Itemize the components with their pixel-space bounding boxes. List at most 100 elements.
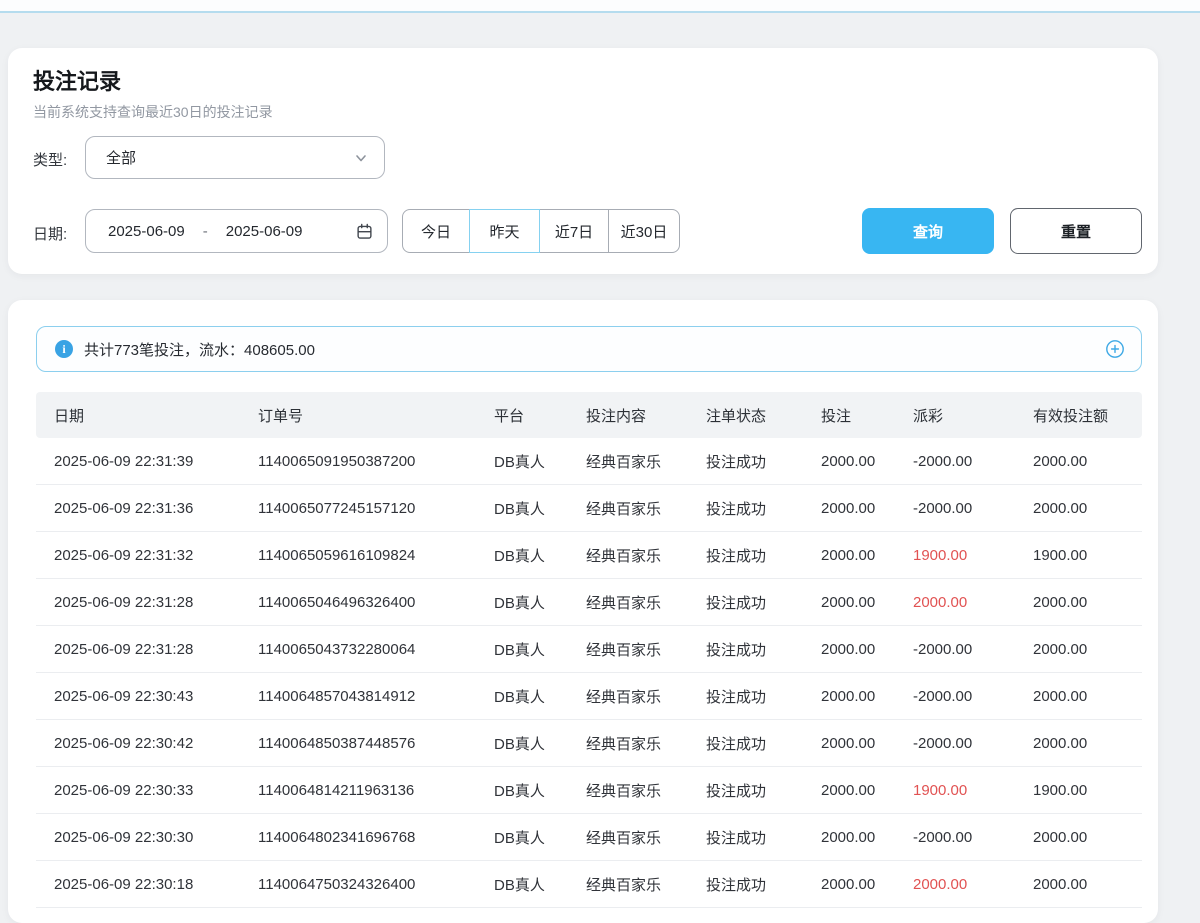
quick-range-group: 今日 昨天 近7日 近30日 <box>402 209 680 253</box>
quick-range-30days[interactable]: 近30日 <box>608 209 680 253</box>
cell-platform: DB真人 <box>494 780 586 801</box>
type-select-value: 全部 <box>106 147 136 168</box>
cell-platform: DB真人 <box>494 874 586 895</box>
cell-payout: -2000.00 <box>913 641 1033 658</box>
cell-order: 1140065077245157120 <box>258 500 494 517</box>
cell-date: 2025-06-09 22:30:43 <box>54 688 258 705</box>
chevron-down-icon <box>354 151 368 165</box>
cell-content: 经典百家乐 <box>586 592 706 613</box>
table-row: 2025-06-09 22:30:33 1140064814211963136 … <box>36 767 1142 814</box>
cell-platform: DB真人 <box>494 827 586 848</box>
top-divider-line <box>0 11 1200 13</box>
plus-circle-icon[interactable] <box>1105 339 1125 359</box>
type-select[interactable]: 全部 <box>85 136 385 179</box>
cell-payout: -2000.00 <box>913 500 1033 517</box>
table-row: 2025-06-09 22:30:42 1140064850387448576 … <box>36 720 1142 767</box>
cell-content: 经典百家乐 <box>586 639 706 660</box>
table-body: 2025-06-09 22:31:39 1140065091950387200 … <box>36 438 1142 908</box>
cell-platform: DB真人 <box>494 733 586 754</box>
cell-date: 2025-06-09 22:31:32 <box>54 547 258 564</box>
cell-content: 经典百家乐 <box>586 498 706 519</box>
header-status: 注单状态 <box>706 405 821 426</box>
cell-bet: 2000.00 <box>821 829 913 846</box>
table-row: 2025-06-09 22:31:32 1140065059616109824 … <box>36 532 1142 579</box>
cell-payout: -2000.00 <box>913 688 1033 705</box>
cell-content: 经典百家乐 <box>586 780 706 801</box>
cell-platform: DB真人 <box>494 639 586 660</box>
cell-valid-bet: 2000.00 <box>1033 735 1142 752</box>
cell-date: 2025-06-09 22:31:28 <box>54 641 258 658</box>
filter-card: 投注记录 当前系统支持查询最近30日的投注记录 类型: 全部 日期: 2025-… <box>8 48 1158 274</box>
reset-button[interactable]: 重置 <box>1010 208 1142 254</box>
cell-platform: DB真人 <box>494 686 586 707</box>
cell-valid-bet: 2000.00 <box>1033 641 1142 658</box>
cell-date: 2025-06-09 22:30:42 <box>54 735 258 752</box>
cell-order: 1140064802341696768 <box>258 829 494 846</box>
cell-order: 1140065091950387200 <box>258 453 494 470</box>
cell-date: 2025-06-09 22:31:36 <box>54 500 258 517</box>
cell-status: 投注成功 <box>706 639 821 660</box>
top-strip <box>0 0 1200 11</box>
cell-status: 投注成功 <box>706 733 821 754</box>
results-card: i 共计773笔投注，流水：408605.00 日期 订单号 平台 投注内容 注… <box>8 300 1158 923</box>
date-label: 日期: <box>33 223 67 244</box>
cell-order: 1140064814211963136 <box>258 782 494 799</box>
cell-valid-bet: 2000.00 <box>1033 594 1142 611</box>
cell-status: 投注成功 <box>706 780 821 801</box>
summary-bar: i 共计773笔投注，流水：408605.00 <box>36 326 1142 372</box>
header-date: 日期 <box>54 405 258 426</box>
cell-payout: 1900.00 <box>913 782 1033 799</box>
calendar-icon <box>356 223 373 240</box>
cell-bet: 2000.00 <box>821 594 913 611</box>
cell-platform: DB真人 <box>494 545 586 566</box>
cell-content: 经典百家乐 <box>586 545 706 566</box>
cell-valid-bet: 2000.00 <box>1033 688 1142 705</box>
date-separator: - <box>203 223 208 240</box>
cell-status: 投注成功 <box>706 686 821 707</box>
cell-bet: 2000.00 <box>821 641 913 658</box>
cell-content: 经典百家乐 <box>586 827 706 848</box>
quick-range-7days[interactable]: 近7日 <box>539 209 609 253</box>
cell-bet: 2000.00 <box>821 876 913 893</box>
cell-status: 投注成功 <box>706 451 821 472</box>
header-content: 投注内容 <box>586 405 706 426</box>
cell-date: 2025-06-09 22:31:28 <box>54 594 258 611</box>
table-row: 2025-06-09 22:31:28 1140065043732280064 … <box>36 626 1142 673</box>
cell-bet: 2000.00 <box>821 500 913 517</box>
cell-status: 投注成功 <box>706 498 821 519</box>
quick-range-yesterday[interactable]: 昨天 <box>469 209 540 253</box>
cell-payout: 2000.00 <box>913 594 1033 611</box>
cell-content: 经典百家乐 <box>586 686 706 707</box>
date-range-input[interactable]: 2025-06-09 - 2025-06-09 <box>85 209 388 253</box>
header-platform: 平台 <box>494 405 586 426</box>
table-row: 2025-06-09 22:30:30 1140064802341696768 … <box>36 814 1142 861</box>
header-bet: 投注 <box>821 405 913 426</box>
cell-date: 2025-06-09 22:31:39 <box>54 453 258 470</box>
cell-payout: -2000.00 <box>913 735 1033 752</box>
cell-order: 1140064850387448576 <box>258 735 494 752</box>
cell-bet: 2000.00 <box>821 688 913 705</box>
quick-range-today[interactable]: 今日 <box>402 209 470 253</box>
table-row: 2025-06-09 22:30:43 1140064857043814912 … <box>36 673 1142 720</box>
cell-valid-bet: 1900.00 <box>1033 782 1142 799</box>
cell-status: 投注成功 <box>706 874 821 895</box>
cell-valid-bet: 2000.00 <box>1033 876 1142 893</box>
cell-order: 1140064857043814912 <box>258 688 494 705</box>
cell-platform: DB真人 <box>494 498 586 519</box>
cell-order: 1140065046496326400 <box>258 594 494 611</box>
table-row: 2025-06-09 22:31:39 1140065091950387200 … <box>36 438 1142 485</box>
table-row: 2025-06-09 22:31:36 1140065077245157120 … <box>36 485 1142 532</box>
cell-bet: 2000.00 <box>821 547 913 564</box>
betting-records-page: { "colors": { "accent_blue": "#38b6f2", … <box>0 0 1200 923</box>
cell-status: 投注成功 <box>706 545 821 566</box>
cell-platform: DB真人 <box>494 451 586 472</box>
page-subtitle: 当前系统支持查询最近30日的投注记录 <box>33 102 273 122</box>
header-valid-bet: 有效投注额 <box>1033 405 1142 426</box>
cell-order: 1140064750324326400 <box>258 876 494 893</box>
cell-date: 2025-06-09 22:30:33 <box>54 782 258 799</box>
cell-platform: DB真人 <box>494 592 586 613</box>
cell-date: 2025-06-09 22:30:18 <box>54 876 258 893</box>
query-button[interactable]: 查询 <box>862 208 994 254</box>
cell-bet: 2000.00 <box>821 735 913 752</box>
cell-payout: 1900.00 <box>913 547 1033 564</box>
